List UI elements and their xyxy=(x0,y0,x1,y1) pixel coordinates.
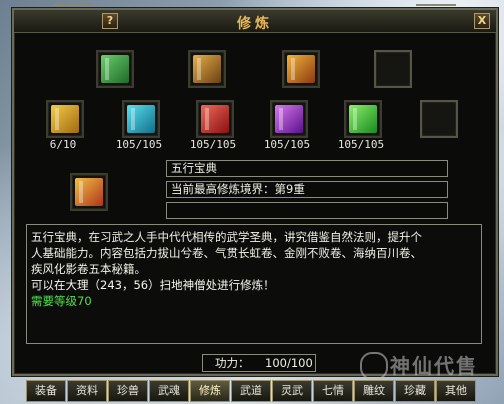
scroll-bundle-icon xyxy=(193,55,221,83)
red-book-icon xyxy=(201,105,229,133)
tab-pet[interactable]: 珍兽 xyxy=(108,380,148,402)
tab-cultivation[interactable]: 修炼 xyxy=(190,380,230,402)
book-slot-2[interactable] xyxy=(122,100,160,138)
top-slot-2[interactable] xyxy=(188,50,226,88)
top-slot-3[interactable] xyxy=(282,50,320,88)
treasure-chest-icon xyxy=(287,55,315,83)
book-slot-1[interactable] xyxy=(46,100,84,138)
selected-book-slot[interactable] xyxy=(70,173,108,211)
yellow-book-icon xyxy=(51,105,79,133)
tab-other[interactable]: 其他 xyxy=(436,380,476,402)
tab-carving[interactable]: 雕纹 xyxy=(354,380,394,402)
cultivation-window: ? 修炼 X 6/10 105/105 105/105 105/105 105/… xyxy=(12,4,498,376)
book-count-5: 105/105 xyxy=(337,138,385,151)
tab-collection[interactable]: 珍藏 xyxy=(395,380,435,402)
wuxing-book-icon xyxy=(75,178,103,206)
green-book-icon xyxy=(349,105,377,133)
power-field: 功力： 100/100 xyxy=(202,354,316,372)
bottom-tab-bar: 装备 资料 珍兽 武魂 修炼 武道 灵武 七情 雕纹 珍藏 其他 xyxy=(0,378,504,404)
book-count-3: 105/105 xyxy=(189,138,237,151)
close-button[interactable]: X xyxy=(474,13,490,29)
book-slot-6-empty[interactable] xyxy=(420,100,458,138)
watermark-logo-icon xyxy=(360,352,388,380)
description-box: 五行宝典，在习武之人手中代代相传的武学圣典，讲究借鉴自然法则，提升个 人基础能力… xyxy=(26,224,482,344)
book-icon xyxy=(101,55,129,83)
watermark: 神仙代售 xyxy=(360,350,500,380)
book-slot-4[interactable] xyxy=(270,100,308,138)
tab-equipment[interactable]: 装备 xyxy=(26,380,66,402)
description-line: 疾风化影卷五本秘籍。 xyxy=(31,262,146,276)
tab-soul[interactable]: 武魂 xyxy=(149,380,189,402)
tab-martial-way[interactable]: 武道 xyxy=(231,380,271,402)
window-title: 修炼 xyxy=(237,16,273,32)
cyan-book-icon xyxy=(127,105,155,133)
location-hint: 可以在大理（243，56）扫地神僧处进行修炼！ xyxy=(31,278,275,292)
tab-spirit-weapon[interactable]: 灵武 xyxy=(272,380,312,402)
level-requirement: 需要等级70 xyxy=(31,294,92,308)
description-line: 五行宝典，在习武之人手中代代相传的武学圣典，讲究借鉴自然法则，提升个 xyxy=(31,230,422,244)
book-slot-5[interactable] xyxy=(344,100,382,138)
power-value: 100/100 xyxy=(265,356,313,370)
book-count-2: 105/105 xyxy=(115,138,163,151)
extra-field xyxy=(166,202,448,219)
realm-field: 当前最高修炼境界：第9重 xyxy=(166,181,448,198)
description-line: 人基础能力。内容包括力拔山兮卷、气贯长虹卷、金刚不败卷、海纳百川卷、 xyxy=(31,246,422,260)
tab-profile[interactable]: 资料 xyxy=(67,380,107,402)
book-count-4: 105/105 xyxy=(263,138,311,151)
tab-emotions[interactable]: 七情 xyxy=(313,380,353,402)
top-slot-1[interactable] xyxy=(96,50,134,88)
book-count-1: 6/10 xyxy=(49,138,77,151)
watermark-text: 神仙代售 xyxy=(390,354,478,378)
book-slot-3[interactable] xyxy=(196,100,234,138)
power-label: 功力： xyxy=(215,356,250,370)
top-slot-4-empty[interactable] xyxy=(374,50,412,88)
book-name-field: 五行宝典 xyxy=(166,160,448,177)
title-bar[interactable]: ? 修炼 X xyxy=(14,4,496,33)
purple-book-icon xyxy=(275,105,303,133)
